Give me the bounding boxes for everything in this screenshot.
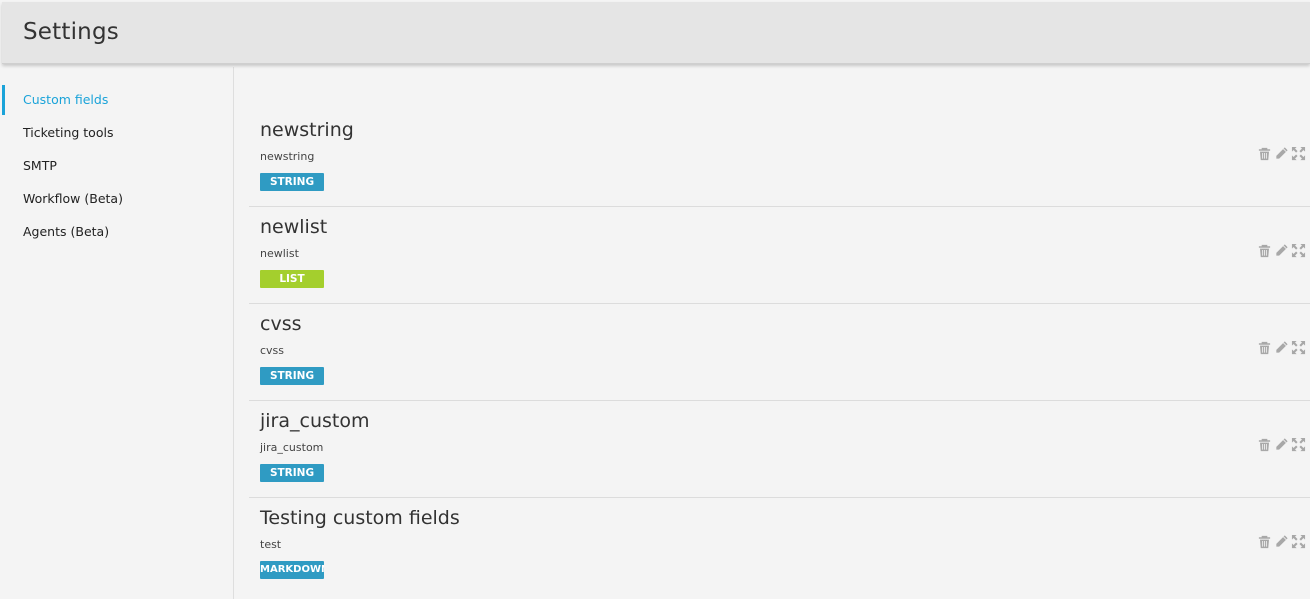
field-type-badge: STRING — [260, 464, 324, 482]
custom-field-row: newlist newlist LIST — [249, 207, 1310, 304]
trash-icon[interactable] — [1257, 146, 1272, 161]
page-title: Settings — [23, 19, 119, 45]
field-actions — [1257, 437, 1306, 452]
field-title: cvss — [260, 313, 302, 335]
custom-field-row: Testing custom fields test MARKDOWN — [249, 498, 1310, 595]
sidebar-item-agents[interactable]: Agents (Beta) — [2, 217, 233, 247]
move-arrows-icon[interactable] — [1291, 146, 1306, 161]
field-actions — [1257, 340, 1306, 355]
field-key: newlist — [260, 247, 299, 260]
trash-icon[interactable] — [1257, 437, 1272, 452]
custom-field-row: cvss cvss STRING — [249, 304, 1310, 401]
field-actions — [1257, 534, 1306, 549]
field-title: newlist — [260, 216, 328, 238]
field-key: newstring — [260, 150, 315, 163]
trash-icon[interactable] — [1257, 534, 1272, 549]
field-title: newstring — [260, 119, 354, 141]
move-arrows-icon[interactable] — [1291, 340, 1306, 355]
trash-icon[interactable] — [1257, 340, 1272, 355]
sidebar-item-ticketing-tools[interactable]: Ticketing tools — [2, 118, 233, 148]
pencil-icon[interactable] — [1274, 340, 1289, 355]
field-title: Testing custom fields — [260, 507, 460, 529]
field-key: cvss — [260, 344, 285, 357]
trash-icon[interactable] — [1257, 243, 1272, 258]
field-actions — [1257, 146, 1306, 161]
field-key: jira_custom — [260, 441, 324, 454]
field-type-badge: STRING — [260, 367, 324, 385]
move-arrows-icon[interactable] — [1291, 437, 1306, 452]
sidebar-item-workflow[interactable]: Workflow (Beta) — [2, 184, 233, 214]
pencil-icon[interactable] — [1274, 437, 1289, 452]
move-arrows-icon[interactable] — [1291, 534, 1306, 549]
sidebar-item-smtp[interactable]: SMTP — [2, 151, 233, 181]
field-type-badge: LIST — [260, 270, 324, 288]
sidebar-item-custom-fields[interactable]: Custom fields — [2, 85, 233, 115]
field-actions — [1257, 243, 1306, 258]
pencil-icon[interactable] — [1274, 534, 1289, 549]
custom-fields-list: newstring newstring STRING newlist newli… — [235, 67, 1310, 599]
settings-page: Settings Custom fields Ticketing tools S… — [0, 0, 1310, 599]
pencil-icon[interactable] — [1274, 146, 1289, 161]
move-arrows-icon[interactable] — [1291, 243, 1306, 258]
custom-field-row: newstring newstring STRING — [249, 110, 1310, 207]
field-type-badge: MARKDOWN — [260, 561, 324, 579]
field-key: test — [260, 538, 282, 551]
custom-field-row: jira_custom jira_custom STRING — [249, 401, 1310, 498]
settings-sidebar: Custom fields Ticketing tools SMTP Workf… — [2, 67, 234, 599]
field-title: jira_custom — [260, 410, 370, 432]
pencil-icon[interactable] — [1274, 243, 1289, 258]
field-type-badge: STRING — [260, 173, 324, 191]
page-header: Settings — [2, 2, 1310, 64]
